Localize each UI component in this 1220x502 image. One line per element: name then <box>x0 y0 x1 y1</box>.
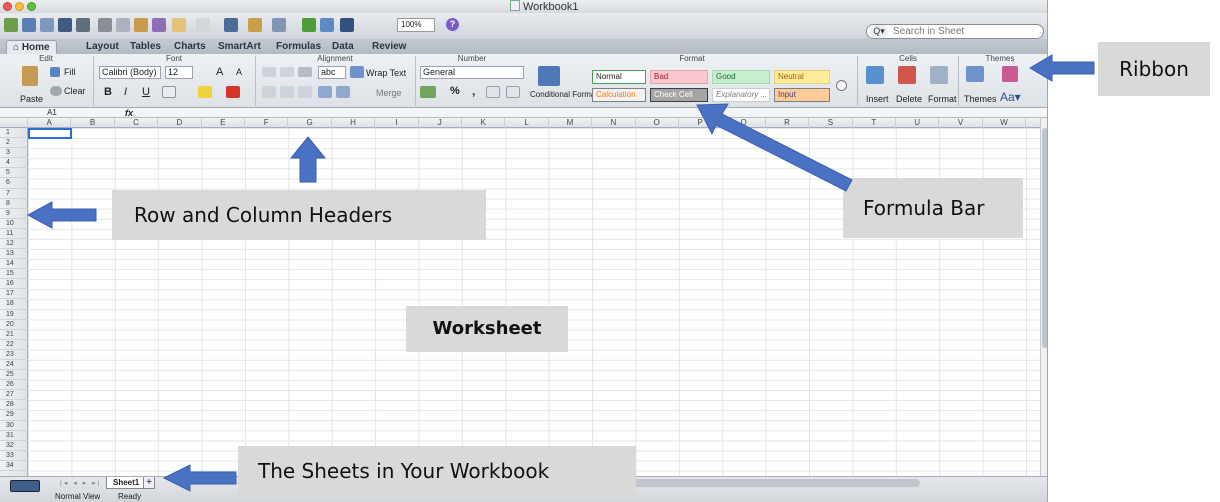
arrow-left-icon <box>26 201 97 229</box>
arrow-up-icon <box>289 136 327 183</box>
arrow-left-icon <box>1029 54 1095 82</box>
arrow-left-icon <box>162 464 237 492</box>
callout-arrows <box>26 54 1095 492</box>
arrow-up-left-icon <box>696 103 853 192</box>
